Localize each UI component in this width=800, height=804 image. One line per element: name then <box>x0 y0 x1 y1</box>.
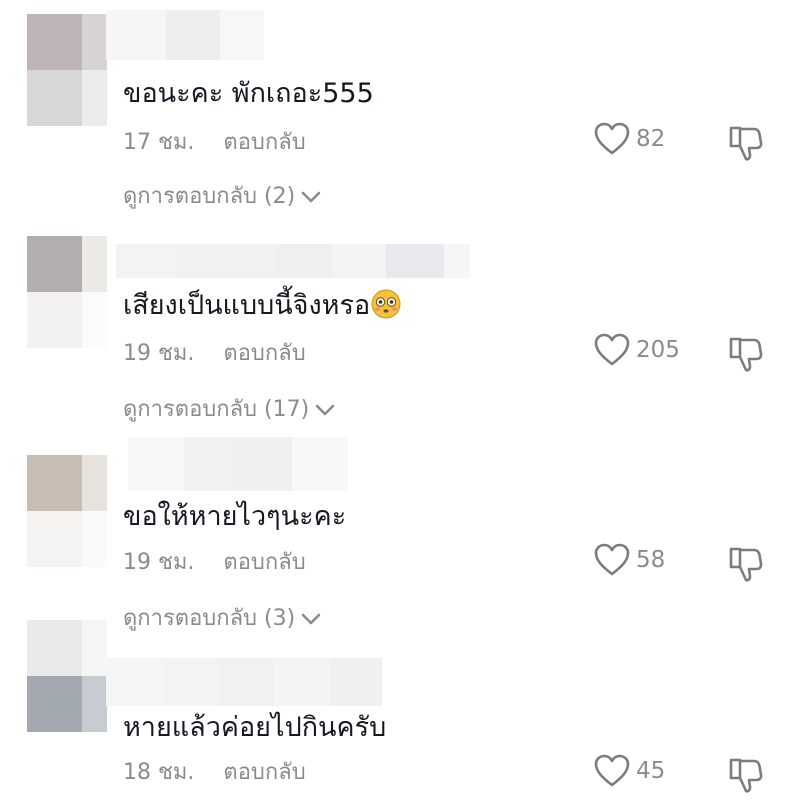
reply-button[interactable]: ตอบกลับ <box>223 130 305 155</box>
comment-meta: 18 ชม. ตอบกลับ <box>123 758 306 788</box>
comment-text: ขอนะคะ พักเถอะ555 <box>123 74 374 114</box>
comment-text: เสียงเป็นแบบนี้จิงหรอ <box>123 286 401 326</box>
username-blurred[interactable] <box>106 658 382 706</box>
heart-icon <box>594 543 630 576</box>
like-count: 82 <box>636 126 666 152</box>
comment-text-content: ขอให้หายไวๆนะคะ <box>123 501 347 532</box>
comment-item: ขอให้หายไวๆนะคะ 19 ชม. ตอบกลับ 58 ดูการต… <box>0 421 800 631</box>
comment-text-content: เสียงเป็นแบบนี้จิงหรอ <box>123 290 371 321</box>
like-button[interactable]: 205 <box>594 333 680 367</box>
heart-icon <box>594 122 630 155</box>
comment-meta: 19 ชม. ตอบกลับ <box>123 548 306 578</box>
thumbs-down-icon[interactable] <box>726 335 764 373</box>
chevron-down-icon <box>315 404 335 416</box>
comment-list: ขอนะคะ พักเถอะ555 17 ชม. ตอบกลับ 82 ดูกา… <box>0 0 800 804</box>
username-blurred[interactable] <box>106 10 264 60</box>
avatar[interactable] <box>27 14 107 126</box>
avatar[interactable] <box>27 455 107 567</box>
thumbs-down-icon[interactable] <box>726 756 764 794</box>
like-count: 58 <box>636 547 666 573</box>
avatar[interactable] <box>27 620 107 732</box>
comment-text-content: ขอนะคะ พักเถอะ555 <box>123 78 374 109</box>
comment-time: 19 ชม. <box>123 341 195 366</box>
comment-item: ขอนะคะ พักเถอะ555 17 ชม. ตอบกลับ 82 ดูกา… <box>0 0 800 210</box>
reply-button[interactable]: ตอบกลับ <box>223 760 305 785</box>
like-button[interactable]: 82 <box>594 122 665 156</box>
username-blurred[interactable] <box>116 244 470 278</box>
like-count: 45 <box>636 758 666 784</box>
view-replies-label: ดูการตอบกลับ (2) <box>123 184 296 209</box>
like-button[interactable]: 45 <box>594 754 665 788</box>
heart-icon <box>594 333 630 366</box>
comment-meta: 17 ชม. ตอบกลับ <box>123 128 306 158</box>
comment-text: ขอให้หายไวๆนะคะ <box>123 497 346 537</box>
like-button[interactable]: 58 <box>594 543 665 577</box>
view-replies-button[interactable]: ดูการตอบกลับ (2) <box>123 182 321 212</box>
comment-time: 19 ชม. <box>123 550 195 575</box>
flushed-face-emoji-icon <box>371 289 401 319</box>
avatar[interactable] <box>27 236 107 348</box>
thumbs-down-icon[interactable] <box>726 545 764 583</box>
heart-icon <box>594 754 630 787</box>
like-count: 205 <box>636 337 680 363</box>
comment-meta: 19 ชม. ตอบกลับ <box>123 339 306 369</box>
comment-time: 18 ชม. <box>123 760 195 785</box>
reply-button[interactable]: ตอบกลับ <box>223 550 305 575</box>
comment-text: หายแล้วค่อยไปกินครับ <box>123 708 386 748</box>
username-blurred[interactable] <box>128 437 348 491</box>
comment-time: 17 ชม. <box>123 130 195 155</box>
comment-text-content: หายแล้วค่อยไปกินครับ <box>123 712 387 743</box>
thumbs-down-icon[interactable] <box>726 124 764 162</box>
chevron-down-icon <box>301 191 321 203</box>
comment-item: หายแล้วค่อยไปกินครับ 18 ชม. ตอบกลับ 45 <box>0 610 800 804</box>
reply-button[interactable]: ตอบกลับ <box>223 341 305 366</box>
comment-item: เสียงเป็นแบบนี้จิงหรอ 19 ชม. ตอบกลับ 205… <box>0 211 800 422</box>
